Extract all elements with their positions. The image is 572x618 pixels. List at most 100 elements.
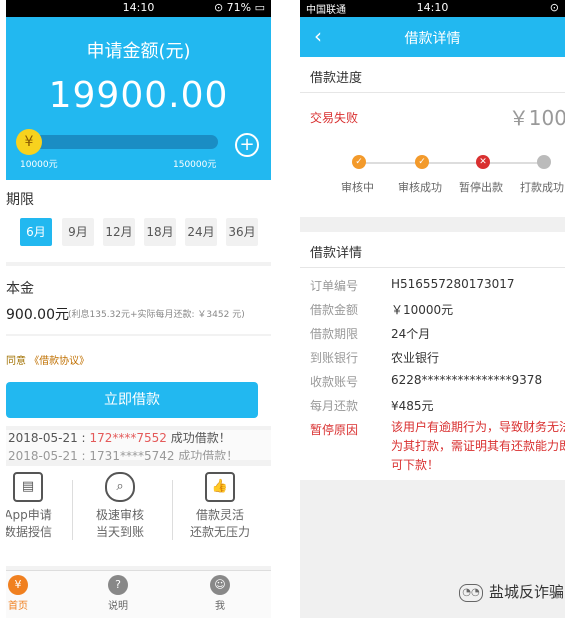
progress-card: 借款进度 交易失败 ￥100 ✓ ✓ ✕ 审核中 审核成功 暂停出款 打款成功 xyxy=(300,57,565,217)
slider-max-label: 150000元 xyxy=(173,160,217,170)
ticker-line: 2018-05-21 : 172****7552 成功借款！ xyxy=(8,430,231,446)
term-option-24[interactable]: 24月 xyxy=(185,218,217,246)
ticker-text: 成功借款！ xyxy=(170,431,231,445)
amount-title: 申请金额(元) xyxy=(86,41,191,62)
loan-amount: ￥10000元 xyxy=(391,303,454,317)
magnifier-icon: ⌕ xyxy=(105,472,135,502)
term-label: 期限 xyxy=(6,192,34,208)
pause-reason-key: 暂停原因 xyxy=(310,423,359,437)
step-label: 审核成功 xyxy=(398,181,442,194)
detail-key: 借款金额 xyxy=(310,303,359,317)
account-number: 6228***************9378 xyxy=(391,373,543,387)
feature-line1: 极速审核 xyxy=(95,508,144,522)
progress-line xyxy=(360,162,550,164)
ticker-line-2: 2018-05-21 : 1731****5742 成功借款！ xyxy=(8,449,239,460)
status-time: 14:10 xyxy=(416,1,449,14)
term-section: 期限 6月 9月 12月 18月 24月 36月 xyxy=(6,180,271,262)
term-option-36[interactable]: 36月 xyxy=(226,218,258,246)
principal-section: 本金 900.00元 (利息135.32元+实际每月还款: ￥3452 元) xyxy=(6,266,271,334)
bottom-tab-bar: ¥ 首页 ? 说明 ☺ 我 xyxy=(6,570,271,618)
step-fail-icon: ✕ xyxy=(476,155,490,169)
divider xyxy=(172,480,173,540)
term-option-9[interactable]: 9月 xyxy=(62,218,94,246)
feature-strip: ▤ App申请 数据授信 ⌕ 极速审核 当天到账 👍 借款灵活 还款无压力 xyxy=(6,466,271,566)
status-bar: 14:10 ⊙ 71% ▭ xyxy=(6,0,271,17)
feature-item: 👍 借款灵活 还款无压力 xyxy=(176,472,264,540)
detail-key: 借款期限 xyxy=(310,327,359,341)
help-face-icon: ? xyxy=(108,575,128,595)
user-icon: ☺ xyxy=(210,575,230,595)
details-card: 借款详情 订单编号 H516557280173017 借款金额 ￥10000元 … xyxy=(300,232,565,480)
pause-reason: 该用户有逾期行为，导致财务无法为其打款，需证明其有还款能力即可下款！ xyxy=(391,420,565,472)
amount-value: 19900.00 xyxy=(48,75,229,116)
home-yen-icon: ¥ xyxy=(8,575,28,595)
principal-value: 900.00元 xyxy=(6,307,69,323)
right-phone-screen: 中国联通 14:10 ⊙ ‹ 借款详情 借款进度 交易失败 ￥100 ✓ ✓ ✕… xyxy=(300,0,565,618)
apply-loan-button[interactable]: 立即借款 xyxy=(6,382,258,418)
agreement-prefix: 同意 xyxy=(6,356,26,367)
feature-item: ⌕ 极速审核 当天到账 xyxy=(76,472,164,540)
clock-icon: ⊙ xyxy=(549,1,559,14)
term-option-18[interactable]: 18月 xyxy=(144,218,176,246)
feature-item: ▤ App申请 数据授信 xyxy=(6,472,72,540)
watermark-text: 盐城反诈骗 xyxy=(488,583,564,601)
loan-ticker: 2018-05-21 : 172****7552 成功借款！ 2018-05-2… xyxy=(6,430,271,460)
status-bar: 中国联通 14:10 ⊙ xyxy=(300,0,565,17)
tab-label: 我 xyxy=(215,601,225,612)
detail-key: 订单编号 xyxy=(310,279,359,293)
monthly-payment: ¥485元 xyxy=(391,399,434,413)
feature-line1: 借款灵活 xyxy=(195,508,244,522)
document-icon: ▤ xyxy=(13,472,43,502)
tab-me[interactable]: ☺ 我 xyxy=(190,575,250,612)
agreement-line: 同意 《借款协议》 xyxy=(6,352,89,367)
amount-header: 申请金额(元) 19900.00 ¥ + 10000元 150000元 xyxy=(6,17,271,180)
thumbs-up-icon: 👍 xyxy=(205,472,235,502)
wechat-icon: ◔◔ xyxy=(458,583,483,602)
feature-line2: 还款无压力 xyxy=(189,525,250,539)
step-label: 暂停出款 xyxy=(459,181,503,194)
progress-heading: 借款进度 xyxy=(310,71,363,86)
step-check-icon: ✓ xyxy=(352,155,366,169)
divider xyxy=(72,480,73,540)
feature-line2: 数据授信 xyxy=(6,525,52,539)
step-pending-icon xyxy=(537,155,551,169)
feature-line2: 当天到账 xyxy=(95,525,144,539)
ticker-phone: 172****7552 xyxy=(89,431,167,445)
transaction-amount: ￥100 xyxy=(508,106,565,130)
tab-label: 首页 xyxy=(8,601,28,612)
detail-key: 每月还款 xyxy=(310,399,359,413)
step-check-icon: ✓ xyxy=(415,155,429,169)
watermark: ◔◔ 盐城反诈骗 xyxy=(458,581,564,602)
step-label: 审核中 xyxy=(341,181,374,194)
loan-term: 24个月 xyxy=(391,327,431,341)
agreement-link[interactable]: 《借款协议》 xyxy=(29,356,89,367)
ticker-date: 2018-05-21 : xyxy=(8,431,86,445)
tab-help[interactable]: ? 说明 xyxy=(88,575,148,612)
detail-key: 到账银行 xyxy=(310,351,359,365)
principal-label: 本金 xyxy=(6,281,34,297)
increase-amount-button[interactable]: + xyxy=(235,133,259,157)
nav-bar: ‹ 借款详情 xyxy=(300,17,565,57)
step-label: 打款成功 xyxy=(520,181,564,194)
battery-indicator: ⊙ 71% ▭ xyxy=(213,1,265,14)
tab-label: 说明 xyxy=(108,601,128,612)
amount-slider-track[interactable] xyxy=(22,135,218,149)
term-option-12[interactable]: 12月 xyxy=(103,218,135,246)
transaction-status: 交易失败 xyxy=(310,111,359,125)
term-option-6[interactable]: 6月 xyxy=(20,218,52,246)
receiving-bank: 农业银行 xyxy=(391,351,440,365)
principal-note: (利息135.32元+实际每月还款: ￥3452 元) xyxy=(68,310,245,320)
tab-home[interactable]: ¥ 首页 xyxy=(6,575,48,612)
details-heading: 借款详情 xyxy=(310,246,363,261)
left-phone-screen: 14:10 ⊙ 71% ▭ 申请金额(元) 19900.00 ¥ + 10000… xyxy=(6,0,271,618)
divider xyxy=(300,92,565,93)
submit-section: 同意 《借款协议》 立即借款 xyxy=(6,336,271,426)
detail-key: 收款账号 xyxy=(310,375,359,389)
feature-line1: App申请 xyxy=(6,508,52,522)
slider-min-label: 10000元 xyxy=(20,160,58,170)
order-number: H516557280173017 xyxy=(391,277,515,291)
battery-level: 71% xyxy=(226,1,252,14)
divider xyxy=(300,267,565,268)
page-title: 借款详情 xyxy=(404,31,461,47)
amount-slider-knob[interactable]: ¥ xyxy=(16,129,42,155)
